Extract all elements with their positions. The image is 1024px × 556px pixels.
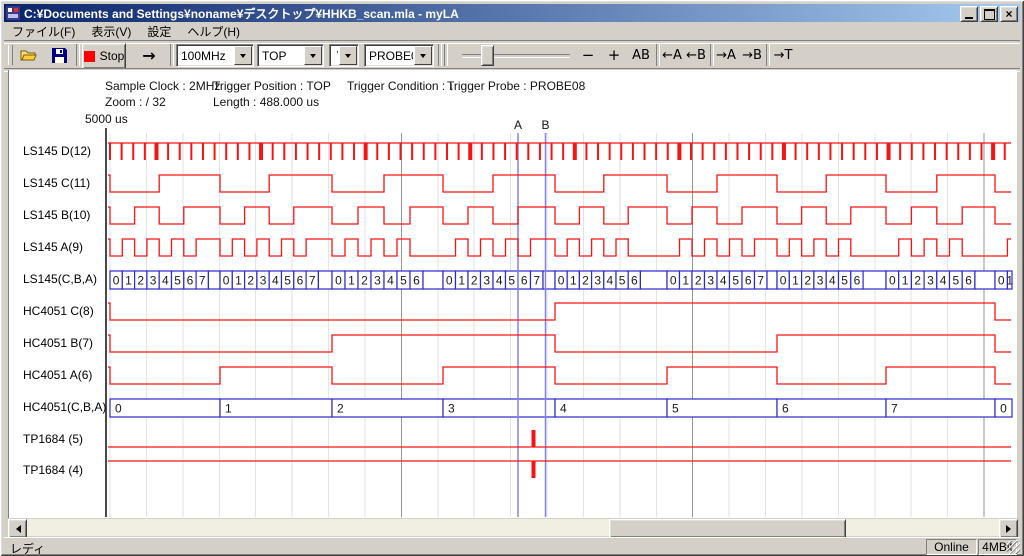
channel-label: HC4051 B(7) <box>23 336 93 350</box>
arrow-left-icon <box>12 525 21 533</box>
trigger-edge-combo[interactable]: ↑ <box>329 44 359 67</box>
menu-file[interactable]: ファイル(F) <box>4 22 83 41</box>
arrow-right-icon <box>1006 525 1015 533</box>
label-trace-divider <box>105 128 106 517</box>
toolbar-separator <box>438 44 442 66</box>
minus-icon: − <box>582 46 595 64</box>
trigger-probe-value: PROBE00 <box>365 49 413 63</box>
dropdown-button[interactable] <box>414 46 432 65</box>
sample-clock-combo[interactable]: 100MHz <box>176 44 254 67</box>
toolbar-separator <box>170 44 174 66</box>
maximize-icon <box>984 9 995 20</box>
scroll-left-button[interactable] <box>8 519 27 538</box>
open-file-button[interactable] <box>16 43 42 67</box>
chevron-down-icon <box>310 54 316 61</box>
channel-label: HC4051(C,B,A) <box>23 400 106 414</box>
toolbar-gripper[interactable] <box>8 45 13 65</box>
title-bar[interactable]: C:¥Documents and Settings¥noname¥デスクトップ¥… <box>4 4 1020 22</box>
trigger-condition-info: Trigger Condition : ↓ <box>347 79 455 93</box>
close-icon: × <box>1005 9 1012 19</box>
toolbar: Stop → 100MHz TOP ↑ PROBE00 − + AB ←A <box>4 42 1020 68</box>
menu-bar: ファイル(F) 表示(V) 設定 ヘルプ(H) <box>4 23 1020 40</box>
open-folder-icon <box>20 48 38 62</box>
save-button[interactable] <box>46 43 72 67</box>
channel-label: LS145 A(9) <box>23 240 83 254</box>
channel-label: HC4051 C(8) <box>23 304 94 318</box>
dropdown-button[interactable] <box>304 46 322 65</box>
save-floppy-icon <box>52 48 67 63</box>
stop-icon <box>84 51 95 62</box>
sample-clock-info: Sample Clock : 2MHz <box>105 79 220 93</box>
run-arrow-icon: → <box>142 46 155 65</box>
zoom-out-button[interactable]: − <box>577 43 599 67</box>
goto-cursor-a-right-button[interactable]: →A <box>714 43 738 67</box>
trigger-position-info: Trigger Position : TOP <box>213 79 331 93</box>
minimize-icon <box>965 17 973 19</box>
status-online-badge: Online <box>926 539 977 555</box>
status-ready-text: レディ <box>10 540 45 556</box>
trigger-edge-value: ↑ <box>330 48 338 63</box>
right-a-icon: →A <box>716 48 736 63</box>
app-window: C:¥Documents and Settings¥noname¥デスクトップ¥… <box>0 0 1024 556</box>
close-button[interactable]: × <box>1000 6 1018 22</box>
channel-label: TP1684 (5) <box>23 432 83 446</box>
status-bar: レディ Online 4MBit <box>4 537 1020 554</box>
sample-clock-value: 100MHz <box>177 49 233 63</box>
trigger-position-combo[interactable]: TOP <box>257 44 324 67</box>
stop-button[interactable]: Stop <box>82 43 126 69</box>
goto-cursor-a-left-button[interactable]: ←A <box>660 43 684 67</box>
channel-label: HC4051 A(6) <box>23 368 92 382</box>
zoom-slider-track[interactable] <box>462 54 570 58</box>
channel-label: LS145 D(12) <box>23 144 91 158</box>
channel-label: LS145 C(11) <box>23 176 90 190</box>
channel-label: LS145(C,B,A) <box>23 272 97 286</box>
maximize-button[interactable] <box>980 6 998 22</box>
channel-label: LS145 B(10) <box>23 208 90 222</box>
app-icon <box>6 6 20 20</box>
right-b-icon: →B <box>742 48 762 63</box>
goto-trigger-button[interactable]: →T <box>770 43 796 67</box>
left-a-icon: ←A <box>662 48 682 63</box>
resize-grip[interactable] <box>1007 541 1020 554</box>
menu-help[interactable]: ヘルプ(H) <box>179 22 248 41</box>
menu-view[interactable]: 表示(V) <box>83 22 139 41</box>
ab-cursors-button[interactable]: AB <box>628 43 654 67</box>
window-title: C:¥Documents and Settings¥noname¥デスクトップ¥… <box>24 5 459 22</box>
horizontal-scrollbar[interactable] <box>8 519 1016 536</box>
left-b-icon: ←B <box>686 48 706 63</box>
stop-label: Stop <box>100 49 125 63</box>
dropdown-button[interactable] <box>339 46 357 65</box>
zoom-slider-thumb[interactable] <box>481 45 494 66</box>
trigger-probe-combo[interactable]: PROBE00 <box>364 44 434 67</box>
toolbar-separator <box>444 44 448 66</box>
channel-label: TP1684 (4) <box>23 463 83 477</box>
time-axis-label: 5000 us <box>85 112 128 126</box>
run-button[interactable]: → <box>134 43 164 67</box>
zoom-info: Zoom : / 32 <box>105 95 166 109</box>
minimize-button[interactable] <box>960 6 978 22</box>
ab-label: AB <box>632 48 650 63</box>
length-info: Length : 488.000 us <box>213 95 319 109</box>
chevron-down-icon <box>345 54 351 61</box>
zoom-in-button[interactable]: + <box>603 43 625 67</box>
to-trigger-icon: →T <box>774 48 793 63</box>
scrollbar-thumb[interactable] <box>609 519 846 538</box>
chevron-down-icon <box>240 54 246 61</box>
goto-cursor-b-left-button[interactable]: ←B <box>684 43 708 67</box>
scroll-right-button[interactable] <box>999 519 1018 538</box>
trigger-probe-info: Trigger Probe : PROBE08 <box>447 79 585 93</box>
plus-icon: + <box>608 46 621 64</box>
goto-cursor-b-right-button[interactable]: →B <box>740 43 764 67</box>
waveform-view <box>8 70 1017 518</box>
menu-settings[interactable]: 設定 <box>139 22 179 41</box>
dropdown-button[interactable] <box>234 46 252 65</box>
toolbar-separator <box>76 44 80 66</box>
chevron-down-icon <box>420 54 426 61</box>
trigger-position-value: TOP <box>258 49 303 63</box>
